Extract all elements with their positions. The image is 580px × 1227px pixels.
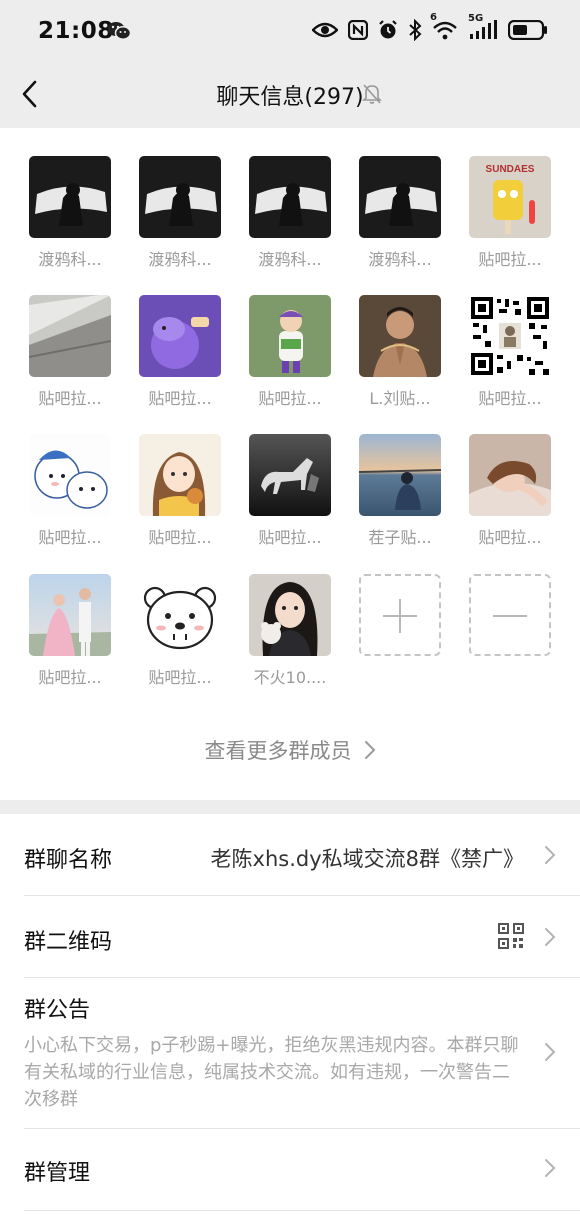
alarm-icon — [378, 20, 398, 44]
member-avatar-horse — [249, 434, 331, 516]
member-name: 贴吧拉... — [148, 528, 212, 547]
member-avatar-sundaes: SUNDAES — [469, 156, 551, 238]
battery-icon — [507, 19, 548, 44]
chevron-right-icon — [544, 845, 556, 869]
wifi-icon: 6 — [430, 12, 458, 44]
member-item[interactable]: 贴吧拉... — [139, 434, 221, 554]
member-avatar-man-praying — [359, 295, 441, 377]
member-name: 贴吧拉... — [258, 389, 322, 408]
member-name: 贴吧拉... — [478, 528, 542, 547]
wifi-badge: 6 — [430, 12, 437, 23]
group-name-label: 群聊名称 — [24, 848, 113, 873]
member-item[interactable]: 贴吧拉... — [29, 574, 111, 694]
chevron-right-icon — [364, 740, 376, 765]
member-avatar-purple-cartoon — [139, 295, 221, 377]
nav-bar: 聊天信息(297) — [0, 62, 580, 128]
member-avatar-bear-face — [139, 574, 221, 656]
member-avatar-qr-code — [469, 295, 551, 377]
member-name: 不火10.... — [253, 668, 327, 687]
members-panel: 渡鸦科... 渡鸦科... 渡鸦科... 渡鸦科... SUNDAES 贴吧拉.… — [0, 128, 580, 800]
member-avatar-toy-figure — [249, 295, 331, 377]
member-avatar-sleeping-girl — [469, 434, 551, 516]
network-label: 5G — [468, 13, 484, 24]
minus-icon — [469, 574, 551, 656]
mute-bell-icon — [362, 83, 382, 109]
chevron-right-icon — [544, 1042, 556, 1066]
group-manage-row[interactable]: 群管理 — [0, 1129, 580, 1211]
member-name: 茬子贴... — [368, 528, 432, 547]
member-avatar-window — [29, 156, 111, 238]
group-qr-row[interactable]: 群二维码 — [0, 896, 580, 978]
member-name: 渡鸦科... — [38, 250, 102, 269]
member-name: 贴吧拉... — [478, 250, 542, 269]
member-item[interactable]: 渡鸦科... — [29, 156, 111, 276]
member-item[interactable]: 贴吧拉... — [249, 295, 331, 415]
member-item[interactable]: 渡鸦科... — [359, 156, 441, 276]
group-qr-label: 群二维码 — [24, 930, 113, 955]
member-name: 贴吧拉... — [148, 389, 212, 408]
group-settings-list: 群聊名称 老陈xhs.dy私域交流8群《禁广》 群二维码 群公告 小心私下交易，… — [0, 814, 580, 1227]
member-name: 渡鸦科... — [258, 250, 322, 269]
member-name: 贴吧拉... — [38, 389, 102, 408]
member-item[interactable]: 茬子贴... — [359, 434, 441, 554]
view-more-members-button[interactable]: 查看更多群成员 — [0, 735, 580, 765]
member-avatar-cartoon-dogs — [29, 434, 111, 516]
status-bar: 21:08 6 5G — [0, 0, 580, 62]
member-item[interactable]: 贴吧拉... — [29, 295, 111, 415]
member-item[interactable]: SUNDAES 贴吧拉... — [469, 156, 551, 276]
member-name: 渡鸦科... — [368, 250, 432, 269]
page-title: 聊天信息(297) — [0, 79, 580, 111]
member-item[interactable]: 不火10.... — [249, 574, 331, 694]
member-avatar-window — [139, 156, 221, 238]
group-notice-label: 群公告 — [24, 998, 91, 1023]
divider — [24, 1210, 580, 1211]
member-avatar-anime-girl — [139, 434, 221, 516]
wechat-icon — [107, 20, 132, 46]
sundaes-text: SUNDAES — [486, 164, 535, 175]
member-item[interactable]: 贴吧拉... — [139, 574, 221, 694]
member-avatar-wedding-couple — [29, 574, 111, 656]
member-name: 贴吧拉... — [478, 389, 542, 408]
member-item[interactable]: 渡鸦科... — [139, 156, 221, 276]
member-name: 贴吧拉... — [38, 668, 102, 687]
signal-icon: 5G — [468, 13, 498, 44]
member-name: 贴吧拉... — [38, 528, 102, 547]
member-avatar-sea-sunset — [359, 434, 441, 516]
chevron-right-icon — [544, 927, 556, 951]
page-title-text: 聊天信息(297) — [216, 85, 364, 110]
status-time: 21:08 — [38, 18, 114, 44]
group-name-row[interactable]: 群聊名称 老陈xhs.dy私域交流8群《禁广》 — [0, 814, 580, 896]
member-avatar-architecture — [29, 295, 111, 377]
member-item[interactable]: L.刘贴... — [359, 295, 441, 415]
member-item[interactable]: 渡鸦科... — [249, 156, 331, 276]
remove-member-button[interactable] — [469, 574, 551, 694]
plus-icon — [359, 574, 441, 656]
member-avatar-girl-with-teddy — [249, 574, 331, 656]
member-avatar-window — [359, 156, 441, 238]
view-more-members-label: 查看更多群成员 — [204, 739, 352, 763]
eye-icon — [311, 21, 339, 43]
member-item[interactable]: 贴吧拉... — [249, 434, 331, 554]
member-item[interactable]: 贴吧拉... — [29, 434, 111, 554]
member-name: 渡鸦科... — [148, 250, 212, 269]
member-avatar-window — [249, 156, 331, 238]
member-name: L.刘贴... — [369, 389, 431, 408]
chevron-right-icon — [544, 1158, 556, 1182]
member-item[interactable]: 贴吧拉... — [139, 295, 221, 415]
add-member-button[interactable] — [359, 574, 441, 694]
bluetooth-icon — [408, 18, 422, 45]
group-notice-text: 小心私下交易，p子秒踢+曝光，拒绝灰黑违规内容。本群只聊有关私域的行业信息，纯属… — [24, 1035, 519, 1110]
member-item[interactable]: 贴吧拉... — [469, 295, 551, 415]
qr-code-icon — [498, 923, 524, 953]
group-name-value: 老陈xhs.dy私域交流8群《禁广》 — [210, 847, 524, 871]
nfc-icon — [347, 19, 369, 44]
group-manage-label: 群管理 — [24, 1161, 91, 1186]
member-item[interactable]: 贴吧拉... — [469, 434, 551, 554]
member-name: 贴吧拉... — [148, 668, 212, 687]
status-icons: 6 5G — [311, 12, 548, 46]
member-name: 贴吧拉... — [258, 528, 322, 547]
